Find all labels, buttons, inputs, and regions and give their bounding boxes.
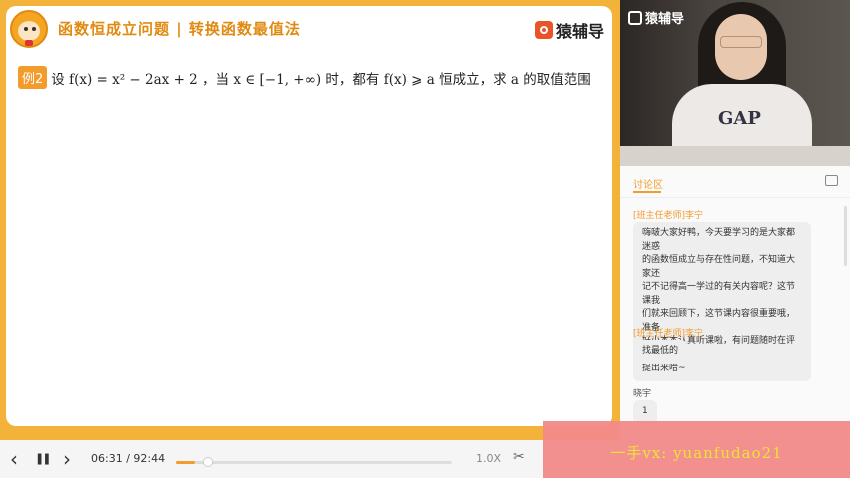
discussion-header: 讨论区 — [620, 166, 850, 198]
pause-icon[interactable]: ❚❚ — [35, 449, 52, 469]
brand-logo: 猿辅导 — [534, 18, 604, 42]
message-line: 的函数恒成立与存在性问题，不知道大家还 — [642, 255, 796, 279]
slide-frame: 函数恒成立问题 | 转换函数最值法 猿辅导 例2 设 f(x) = x² − 2… — [0, 0, 620, 440]
watermark-overlay: 一手vx: yuanfudao21 — [543, 421, 850, 478]
mascot-logo-icon — [10, 10, 48, 48]
teacher-video[interactable]: GAP 猿辅导 — [620, 0, 850, 166]
message-line: 嗨啵大家好鸭，今天要学习的是大家都迷惑 — [642, 228, 796, 252]
chat-settings-icon[interactable] — [825, 175, 838, 186]
video-brand-name: 猿辅导 — [645, 12, 685, 27]
progress-fill — [176, 461, 196, 464]
brand-icon — [628, 10, 642, 25]
slide-title: 函数恒成立问题 | 转换函数最值法 — [58, 20, 301, 38]
previous-icon[interactable]: ‹ — [10, 449, 18, 469]
slide-header: 函数恒成立问题 | 转换函数最值法 猿辅导 — [6, 6, 612, 50]
brand-name: 猿辅导 — [555, 22, 604, 41]
watermark-text: 一手vx: yuanfudao21 — [610, 444, 783, 462]
message-line: 提出来哈~ — [642, 363, 686, 373]
progress-handle[interactable] — [203, 457, 214, 467]
active-tab-indicator — [633, 191, 661, 193]
video-brand-logo: 猿辅导 — [628, 8, 684, 27]
message-line: 找最低的 — [642, 346, 679, 356]
chat-scrollbar[interactable] — [844, 206, 847, 266]
message-author: 晓宇 — [633, 389, 652, 399]
shirt-print: GAP — [718, 108, 761, 129]
brand-icon — [534, 21, 553, 39]
next-icon[interactable]: › — [63, 449, 71, 469]
message-bubble: 找最低的 — [633, 340, 688, 364]
problem-text: 设 f(x) = x² − 2ax + 2 ，当 x ∈ [−1, +∞) 时，… — [51, 71, 591, 88]
problem-statement: 例2 设 f(x) = x² − 2ax + 2 ，当 x ∈ [−1, +∞)… — [18, 66, 612, 89]
message-line: 记不记得高一学过的有关内容呢？这节课我 — [642, 282, 796, 306]
message-author: [班主任老师]李宁 — [633, 329, 704, 339]
app-root: 函数恒成立问题 | 转换函数最值法 猿辅导 例2 设 f(x) = x² − 2… — [0, 0, 850, 478]
message-author: [班主任老师]李宁 — [633, 211, 704, 221]
progress-bar[interactable] — [176, 457, 452, 467]
discussion-tab[interactable]: 讨论区 — [633, 176, 663, 191]
message-line: 1 — [642, 406, 648, 416]
playback-time: 06:31 / 92:44 — [91, 452, 166, 465]
example-badge: 例2 — [18, 66, 48, 89]
slide-canvas: 函数恒成立问题 | 转换函数最值法 猿辅导 例2 设 f(x) = x² − 2… — [6, 6, 612, 426]
message-bubble: 1 — [633, 400, 657, 424]
discussion-panel: 讨论区 [班主任老师]李宁 嗨啵大家好鸭，今天要学习的是大家都迷惑 的函数恒成立与存… — [620, 166, 850, 440]
playback-speed-button[interactable]: 1.0X — [476, 452, 501, 465]
scissors-icon[interactable]: ✂ — [513, 449, 525, 465]
